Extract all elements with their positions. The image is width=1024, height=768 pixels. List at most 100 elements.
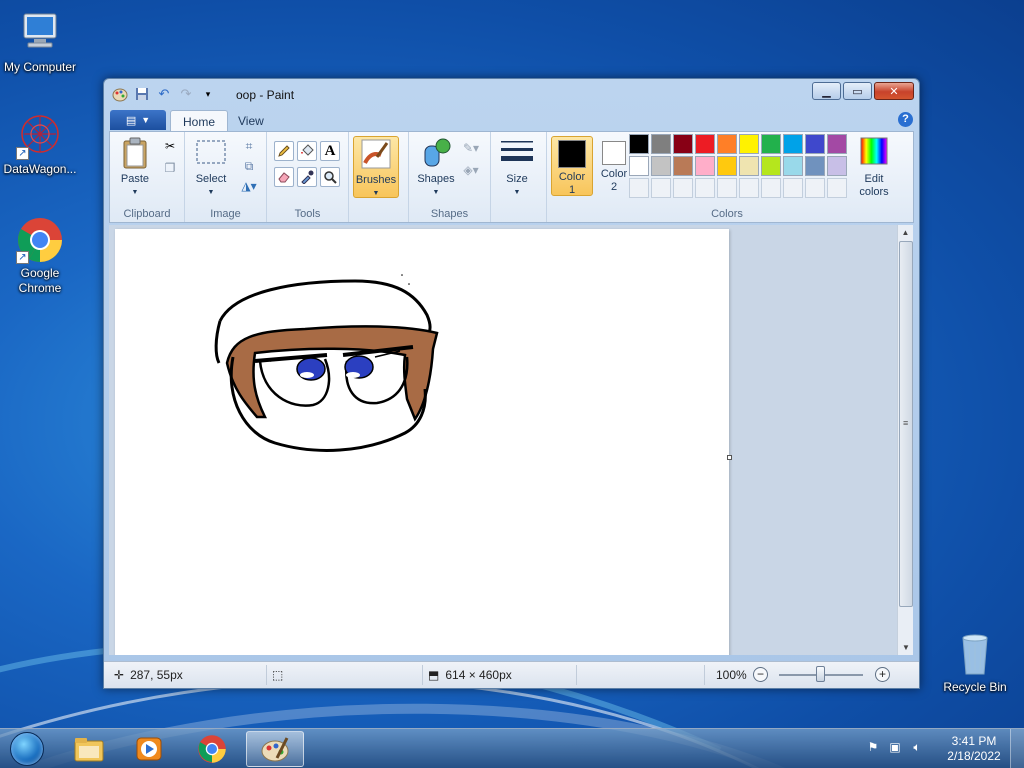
palette-swatch[interactable] bbox=[783, 134, 803, 154]
palette-swatch[interactable] bbox=[783, 156, 803, 176]
quick-access-toolbar: ↶ ↷ ▾ bbox=[112, 86, 216, 102]
palette-swatch[interactable] bbox=[695, 156, 715, 176]
taskbar-chrome[interactable] bbox=[183, 731, 241, 767]
text-icon[interactable]: A bbox=[320, 141, 340, 161]
status-separator bbox=[266, 665, 267, 685]
palette-swatch[interactable] bbox=[651, 134, 671, 154]
copy-icon[interactable]: ❐ bbox=[160, 158, 180, 178]
fill-icon[interactable] bbox=[297, 141, 317, 161]
palette-custom-slot[interactable] bbox=[805, 178, 825, 198]
palette-swatch[interactable] bbox=[827, 134, 847, 154]
palette-swatch[interactable] bbox=[629, 156, 649, 176]
scroll-down-arrow-icon[interactable]: ▼ bbox=[898, 640, 914, 655]
scrollbar-thumb[interactable]: ≡ bbox=[899, 241, 913, 607]
desktop-icon-google-chrome[interactable]: ↗ Google Chrome bbox=[0, 216, 80, 296]
network-icon[interactable]: ▣ bbox=[887, 739, 903, 755]
drawing-canvas[interactable] bbox=[115, 229, 732, 655]
edit-colors-button[interactable]: Edit colors bbox=[851, 136, 897, 199]
palette-swatch[interactable] bbox=[805, 156, 825, 176]
palette-custom-slot[interactable] bbox=[783, 178, 803, 198]
desktop-icon-datawagon[interactable]: ↗ DataWagon... bbox=[0, 112, 80, 177]
save-icon[interactable] bbox=[134, 86, 150, 102]
palette-custom-slot[interactable] bbox=[673, 178, 693, 198]
start-button[interactable] bbox=[5, 729, 49, 768]
palette-swatch[interactable] bbox=[673, 156, 693, 176]
paint-app-icon[interactable] bbox=[112, 86, 128, 102]
scroll-up-arrow-icon[interactable]: ▲ bbox=[898, 225, 913, 240]
color2-label: Color bbox=[600, 168, 628, 180]
eraser-icon[interactable] bbox=[274, 167, 294, 187]
zoom-in-button[interactable]: + bbox=[875, 667, 890, 682]
paste-button[interactable]: Paste ▼ bbox=[114, 136, 156, 199]
taskbar-explorer[interactable] bbox=[60, 731, 118, 767]
palette-swatch[interactable] bbox=[761, 156, 781, 176]
palette-swatch[interactable] bbox=[629, 134, 649, 154]
desktop-icon-my-computer[interactable]: My Computer bbox=[0, 10, 80, 75]
shapes-button[interactable]: Shapes ▼ bbox=[413, 136, 459, 199]
palette-custom-slot[interactable] bbox=[827, 178, 847, 198]
maximize-button[interactable]: ▭ bbox=[843, 82, 872, 100]
select-button[interactable]: Select ▼ bbox=[191, 136, 231, 199]
undo-icon[interactable]: ↶ bbox=[156, 86, 172, 102]
brushes-button[interactable]: Brushes ▼ bbox=[353, 136, 399, 198]
chevron-down-icon: ▼ bbox=[131, 189, 139, 196]
rotate-icon[interactable]: ◮▾ bbox=[239, 176, 259, 196]
palette-swatch[interactable] bbox=[717, 134, 737, 154]
palette-swatch[interactable] bbox=[805, 134, 825, 154]
tab-view[interactable]: View bbox=[226, 110, 276, 131]
show-desktop-button[interactable] bbox=[1010, 729, 1024, 768]
close-button[interactable]: ✕ bbox=[874, 82, 914, 100]
shapes-label: Shapes bbox=[417, 173, 455, 185]
image-size-text: 614 × 460px bbox=[445, 668, 512, 682]
palette-swatch[interactable] bbox=[695, 134, 715, 154]
clipboard-group-label: Clipboard bbox=[123, 208, 171, 220]
palette-swatch[interactable] bbox=[761, 134, 781, 154]
outline-icon[interactable]: ✎▾ bbox=[461, 138, 481, 158]
zoom-slider-thumb[interactable] bbox=[816, 666, 825, 682]
palette-custom-slot[interactable] bbox=[717, 178, 737, 198]
color1-button[interactable]: Color 1 bbox=[551, 136, 593, 196]
minimize-button[interactable]: ▁ bbox=[812, 82, 841, 100]
desktop-icon-recycle-bin[interactable]: Recycle Bin bbox=[935, 630, 1015, 695]
help-icon[interactable]: ? bbox=[898, 112, 913, 127]
magnifier-icon[interactable] bbox=[320, 167, 340, 187]
title-bar[interactable]: ↶ ↷ ▾ oop - Paint ▁ ▭ ✕ bbox=[104, 79, 919, 109]
palette-swatch[interactable] bbox=[717, 156, 737, 176]
size-button[interactable]: Size ▼ bbox=[497, 136, 537, 199]
palette-swatch[interactable] bbox=[739, 134, 759, 154]
canvas-resize-handle[interactable] bbox=[727, 455, 732, 460]
zoom-out-button[interactable]: − bbox=[753, 667, 768, 682]
tab-home[interactable]: Home bbox=[170, 110, 229, 131]
palette-custom-slot[interactable] bbox=[695, 178, 715, 198]
window-controls: ▁ ▭ ✕ bbox=[812, 82, 914, 100]
taskbar-paint[interactable] bbox=[246, 731, 304, 767]
color-picker-icon[interactable] bbox=[297, 167, 317, 187]
pencil-icon[interactable] bbox=[274, 141, 294, 161]
taskbar-media-player[interactable] bbox=[120, 731, 178, 767]
palette-custom-slot[interactable] bbox=[739, 178, 759, 198]
volume-icon[interactable]: 🔈︎ bbox=[909, 739, 925, 755]
desktop-icon-label: Recycle Bin bbox=[943, 680, 1007, 694]
vertical-scrollbar[interactable]: ▲ ≡ ▼ bbox=[897, 225, 913, 655]
action-center-icon[interactable]: ⚑ bbox=[865, 739, 881, 755]
palette-custom-slot[interactable] bbox=[651, 178, 671, 198]
palette-swatch[interactable] bbox=[739, 156, 759, 176]
line-size-icon bbox=[500, 136, 534, 170]
tools-group: A Tools bbox=[267, 132, 349, 222]
color2-button[interactable]: Color 2 bbox=[595, 136, 633, 196]
canvas-workspace[interactable] bbox=[109, 225, 900, 655]
palette-custom-slot[interactable] bbox=[761, 178, 781, 198]
palette-swatch[interactable] bbox=[827, 156, 847, 176]
redo-icon[interactable]: ↷ bbox=[178, 86, 194, 102]
fill-shape-icon[interactable]: ◈▾ bbox=[461, 160, 481, 180]
chevron-down-icon: ▼ bbox=[372, 190, 380, 197]
palette-swatch[interactable] bbox=[651, 156, 671, 176]
palette-swatch[interactable] bbox=[673, 134, 693, 154]
resize-icon[interactable]: ⧉ bbox=[239, 156, 259, 176]
crop-icon[interactable]: ⌗ bbox=[239, 136, 259, 156]
paint-menu-button[interactable]: ▤ ▼ bbox=[110, 110, 166, 130]
palette-custom-slot[interactable] bbox=[629, 178, 649, 198]
customize-qat-icon[interactable]: ▾ bbox=[200, 86, 216, 102]
clock[interactable]: 3:41 PM 2/18/2022 bbox=[944, 734, 1004, 764]
cut-icon[interactable]: ✂ bbox=[160, 136, 180, 156]
